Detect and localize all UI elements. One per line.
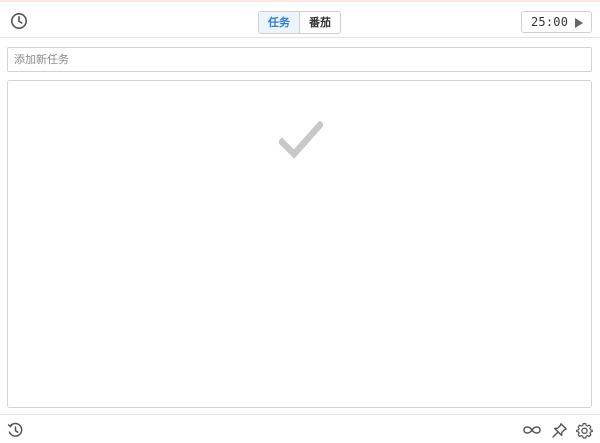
checkmark-icon (279, 121, 323, 159)
view-tabs: 任务 番茄 (258, 11, 341, 34)
pin-icon (551, 422, 567, 438)
timer-button[interactable]: 25:00 (521, 11, 592, 33)
repeat-button[interactable] (521, 421, 543, 439)
tab-tasks[interactable]: 任务 (259, 12, 300, 33)
history-button[interactable] (6, 421, 24, 439)
clock-button[interactable] (9, 11, 29, 31)
new-task-input[interactable] (7, 47, 592, 72)
header-bar: 任务 番茄 25:00 (0, 2, 600, 38)
footer-bar (0, 414, 600, 443)
pin-button[interactable] (550, 421, 568, 439)
infinity-icon (523, 426, 541, 434)
gear-icon (575, 422, 593, 439)
timer-value: 25:00 (531, 15, 569, 29)
clock-icon (11, 13, 27, 29)
tab-pomodoro[interactable]: 番茄 (300, 12, 340, 33)
settings-button[interactable] (575, 421, 593, 439)
play-icon (575, 18, 583, 28)
history-icon (7, 422, 22, 437)
task-list (7, 80, 592, 408)
